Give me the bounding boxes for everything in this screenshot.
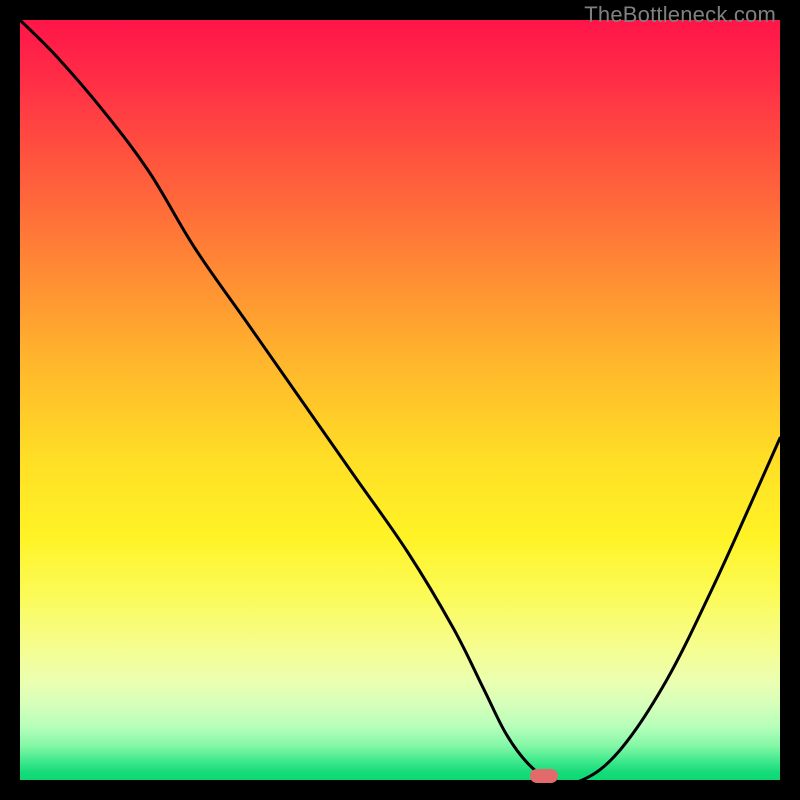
- curve-path: [20, 20, 780, 780]
- optimal-marker: [530, 769, 558, 783]
- bottleneck-curve: [20, 20, 780, 780]
- chart-frame: [20, 20, 780, 780]
- watermark-text: TheBottleneck.com: [584, 2, 776, 28]
